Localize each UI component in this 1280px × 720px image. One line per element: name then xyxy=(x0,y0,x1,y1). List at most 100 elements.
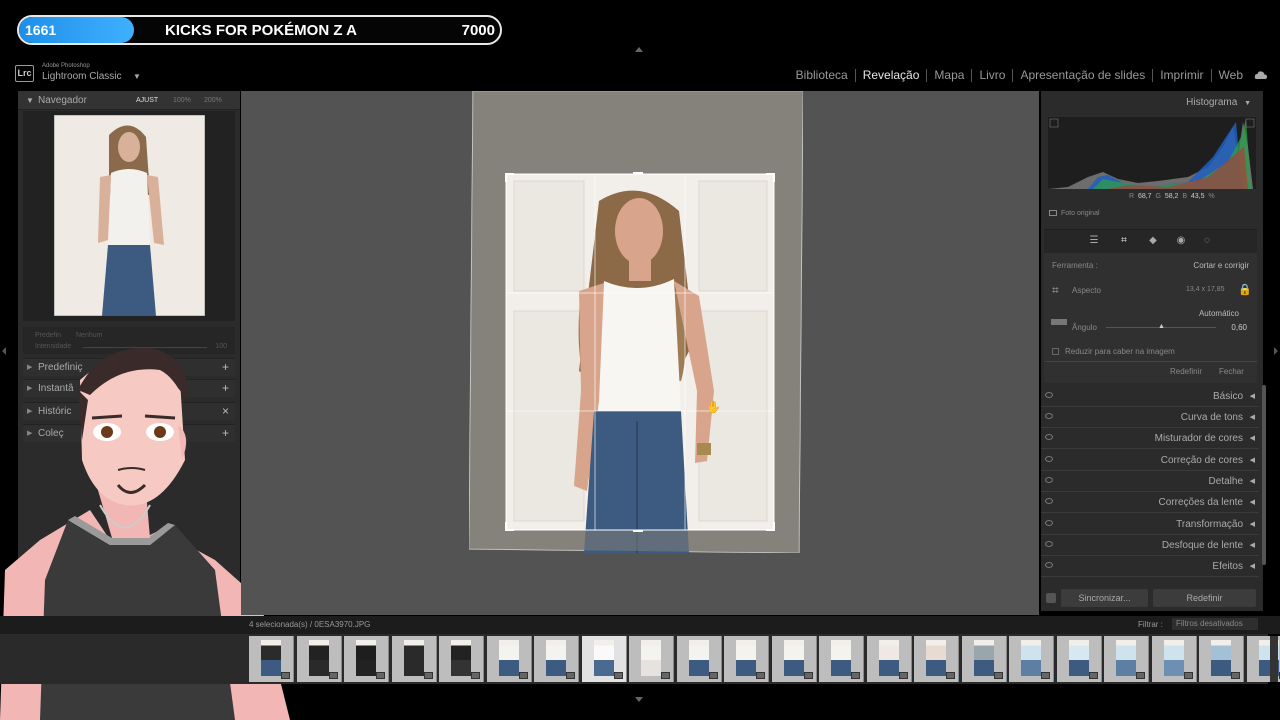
angle-label: Ângulo xyxy=(1072,323,1097,332)
filmstrip-source-info[interactable]: 4 selecionada(s) / 0ESA3970.JPG xyxy=(249,620,370,629)
crop-frame-icon[interactable]: ⌗ xyxy=(1052,283,1059,298)
caret-down-icon[interactable]: ▼ xyxy=(133,72,141,81)
app-name[interactable]: Lightroom Classic xyxy=(42,71,121,82)
crop-close-button[interactable]: Fechar xyxy=(1219,367,1244,376)
section-detalhe[interactable]: Detalhe ◀ xyxy=(1041,472,1259,492)
filmstrip-thumb[interactable] xyxy=(439,636,484,682)
filmstrip-thumb[interactable] xyxy=(581,636,627,682)
auto-sync-switch[interactable] xyxy=(1046,593,1056,603)
eye-icon[interactable] xyxy=(1045,392,1053,398)
section-label: Misturador de cores xyxy=(1154,433,1243,444)
angle-slider-thumb[interactable]: ▲ xyxy=(1158,323,1165,330)
cloud-sync-icon[interactable] xyxy=(1254,70,1268,80)
filmstrip-thumb[interactable] xyxy=(249,636,294,682)
preset-value[interactable]: Nenhum xyxy=(76,332,102,339)
filmstrip-thumb[interactable] xyxy=(866,636,912,682)
edited-badge-icon xyxy=(281,672,290,679)
filmstrip-thumb[interactable] xyxy=(771,636,817,682)
module-livro[interactable]: Livro xyxy=(971,69,1012,82)
original-photo-toggle[interactable]: Foto original xyxy=(1049,210,1100,217)
section-correcao-cores[interactable]: Correção de cores ◀ xyxy=(1041,451,1259,471)
sync-button[interactable]: Sincronizar... xyxy=(1061,589,1148,607)
zoom-200[interactable]: 200% xyxy=(204,97,222,104)
constrain-checkbox[interactable] xyxy=(1052,348,1059,355)
collapse-top-panel-arrow-icon[interactable] xyxy=(635,47,643,52)
collapse-left-panel-arrow-icon[interactable] xyxy=(2,347,6,355)
crop-reset-button[interactable]: Redefinir xyxy=(1170,367,1202,376)
section-label: Efeitos xyxy=(1212,561,1243,572)
auto-straighten-button[interactable]: Automático xyxy=(1199,309,1239,318)
module-apresentacao[interactable]: Apresentação de slides xyxy=(1012,69,1152,82)
module-revelacao[interactable]: Revelação xyxy=(854,69,927,82)
thumb-image xyxy=(546,640,566,676)
filmstrip-thumb[interactable] xyxy=(344,636,389,682)
eye-icon[interactable] xyxy=(1045,477,1053,483)
masking-icon[interactable]: ◌ xyxy=(1200,234,1214,248)
histogram-header[interactable]: Histograma ▼ xyxy=(1186,97,1251,108)
right-panel-scrollbar[interactable] xyxy=(1262,385,1266,565)
eye-icon[interactable] xyxy=(1045,498,1053,504)
eye-icon[interactable] xyxy=(1045,434,1053,440)
sliders-icon[interactable]: ☰ xyxy=(1087,234,1101,248)
filmstrip-thumb[interactable] xyxy=(819,636,864,682)
filmstrip-thumb[interactable] xyxy=(391,636,437,682)
photo-canvas[interactable]: ✋ xyxy=(241,91,1039,615)
collapse-filmstrip-arrow-icon[interactable] xyxy=(635,697,643,702)
eye-icon[interactable] xyxy=(1045,413,1053,419)
eye-icon[interactable] xyxy=(1045,541,1053,547)
crop-preview[interactable]: ✋ xyxy=(469,91,803,553)
filmstrip-thumb[interactable] xyxy=(1151,636,1197,682)
lock-icon[interactable]: 🔒 xyxy=(1238,283,1252,296)
section-curva[interactable]: Curva de tons ◀ xyxy=(1041,408,1259,428)
filmstrip-thumb[interactable] xyxy=(629,636,674,682)
right-panel: Histograma ▼ R 68,7 G 58,2 B 43,5 % Foto… xyxy=(1041,91,1263,611)
app-vendor: Adobe Photoshop xyxy=(42,63,90,69)
eraser-icon[interactable]: ◆ xyxy=(1146,234,1160,248)
module-biblioteca[interactable]: Biblioteca xyxy=(789,69,855,82)
filmstrip-thumb[interactable] xyxy=(1056,636,1102,682)
filmstrip-thumb[interactable] xyxy=(534,636,579,682)
filmstrip-thumb[interactable] xyxy=(961,636,1007,682)
section-transformacao[interactable]: Transformação ◀ xyxy=(1041,515,1259,535)
redeye-icon[interactable]: ◉ xyxy=(1174,234,1188,248)
histogram-graph[interactable] xyxy=(1048,117,1256,189)
filmstrip-thumb[interactable] xyxy=(676,636,722,682)
crop-tool-icon[interactable]: ⌗ xyxy=(1117,234,1131,248)
filmstrip-thumb[interactable] xyxy=(914,636,959,682)
eye-icon[interactable] xyxy=(1045,562,1053,568)
filmstrip-thumb[interactable] xyxy=(1009,636,1054,682)
module-mapa[interactable]: Mapa xyxy=(926,69,971,82)
unit-label: % xyxy=(1208,193,1215,200)
section-correcoes-lente[interactable]: Correções da lente ◀ xyxy=(1041,493,1259,513)
r-value: 68,7 xyxy=(1137,193,1152,200)
eye-icon[interactable] xyxy=(1045,456,1053,462)
section-efeitos[interactable]: Efeitos ◀ xyxy=(1041,557,1259,577)
original-photo-checkbox[interactable] xyxy=(1049,210,1057,217)
section-misturador[interactable]: Misturador de cores ◀ xyxy=(1041,429,1259,449)
module-web[interactable]: Web xyxy=(1210,69,1250,82)
module-imprimir[interactable]: Imprimir xyxy=(1152,69,1210,82)
aspect-value[interactable]: 13,4 x 17,85 xyxy=(1186,286,1225,293)
eye-icon[interactable] xyxy=(1045,520,1053,526)
section-basico[interactable]: Básico ◀ xyxy=(1041,387,1259,407)
constrain-label: Reduzir para caber na imagem xyxy=(1065,347,1175,356)
zoom-100[interactable]: 100% xyxy=(173,97,191,104)
edited-badge-icon xyxy=(803,672,813,679)
collapse-right-panel-arrow-icon[interactable] xyxy=(1274,347,1278,355)
filter-select[interactable]: Filtros desativados xyxy=(1172,618,1258,630)
zoom-fit[interactable]: AJUST xyxy=(136,97,158,104)
filmstrip-thumb[interactable] xyxy=(724,636,769,682)
level-tool-icon[interactable] xyxy=(1051,319,1067,325)
filmstrip-thumb[interactable] xyxy=(486,636,532,682)
reset-button[interactable]: Redefinir xyxy=(1153,589,1256,607)
navigator-header[interactable]: ▼ Navegador AJUST 100% 200% xyxy=(18,91,240,110)
filmstrip-thumb[interactable] xyxy=(1104,636,1149,682)
filmstrip-scrollbar[interactable] xyxy=(1270,636,1278,682)
navigator-thumbnail[interactable] xyxy=(54,115,205,316)
expand-triangle-icon: ◀ xyxy=(1249,521,1255,528)
filmstrip-thumb[interactable] xyxy=(1199,636,1244,682)
edited-badge-icon xyxy=(851,672,860,679)
filmstrip-thumb[interactable] xyxy=(296,636,342,682)
section-label: Básico xyxy=(1212,391,1243,402)
section-desfoque[interactable]: Desfoque de lente ◀ xyxy=(1041,536,1259,556)
